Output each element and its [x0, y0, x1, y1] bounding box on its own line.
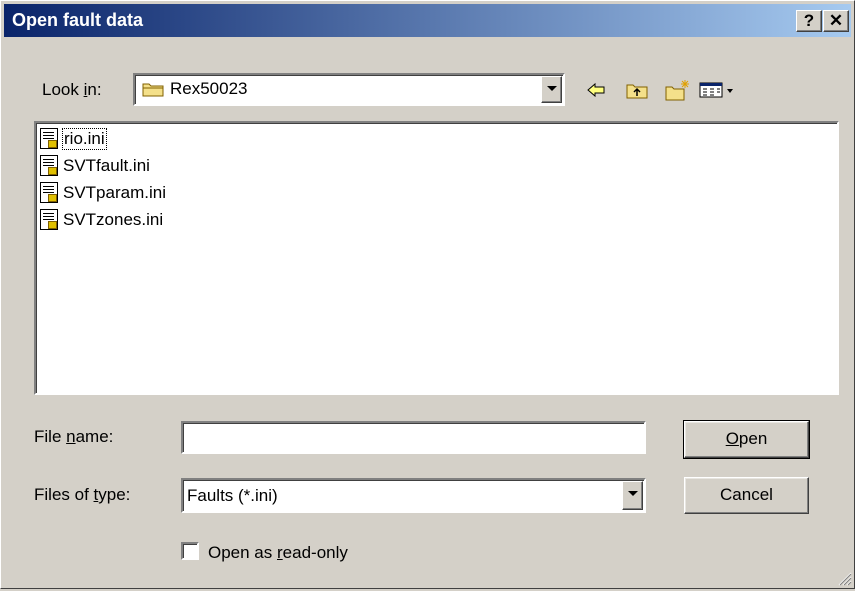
file-type-combo[interactable]: Faults (*.ini): [181, 478, 646, 513]
back-arrow-icon[interactable]: [583, 77, 609, 103]
file-type-value: Faults (*.ini): [187, 486, 278, 505]
read-only-checkbox[interactable]: [181, 542, 199, 560]
look-in-combo[interactable]: Rex50023: [133, 73, 565, 106]
file-name-field[interactable]: [181, 421, 646, 454]
look-in-dropdown-button[interactable]: [541, 76, 562, 103]
file-name-label: File name:: [34, 427, 114, 446]
help-button[interactable]: ?: [796, 10, 822, 32]
new-folder-icon[interactable]: [665, 77, 691, 103]
list-item[interactable]: rio.ini: [40, 126, 107, 151]
folder-icon: [142, 81, 164, 97]
file-list[interactable]: rio.ini SVTfault.ini SVTparam.ini SVTzon…: [34, 121, 839, 395]
file-type-label: Files of type:: [34, 485, 131, 504]
window-title: Open fault data: [12, 10, 144, 30]
close-button[interactable]: ✕: [823, 10, 849, 32]
cancel-button[interactable]: Cancel: [684, 477, 809, 514]
look-in-value: Rex50023: [170, 79, 248, 98]
ini-file-icon: [40, 155, 58, 176]
view-menu-icon[interactable]: [698, 77, 740, 103]
ini-file-icon: [40, 209, 58, 230]
up-folder-icon[interactable]: [624, 77, 650, 103]
open-button[interactable]: Open: [683, 420, 810, 459]
title-bar[interactable]: Open fault data ? ✕: [4, 4, 851, 37]
ini-file-icon: [40, 128, 58, 149]
list-item[interactable]: SVTparam.ini: [40, 180, 166, 205]
list-item[interactable]: SVTfault.ini: [40, 153, 150, 178]
file-type-dropdown-button[interactable]: [622, 481, 643, 510]
look-in-label: Look in:: [42, 80, 102, 99]
list-item[interactable]: SVTzones.ini: [40, 207, 163, 232]
ini-file-icon: [40, 182, 58, 203]
resize-grip-icon[interactable]: [836, 570, 852, 586]
read-only-label[interactable]: Open as read-only: [208, 543, 348, 563]
open-dialog: Open fault data ? ✕ Look in: Rex50023 ri…: [0, 0, 855, 589]
